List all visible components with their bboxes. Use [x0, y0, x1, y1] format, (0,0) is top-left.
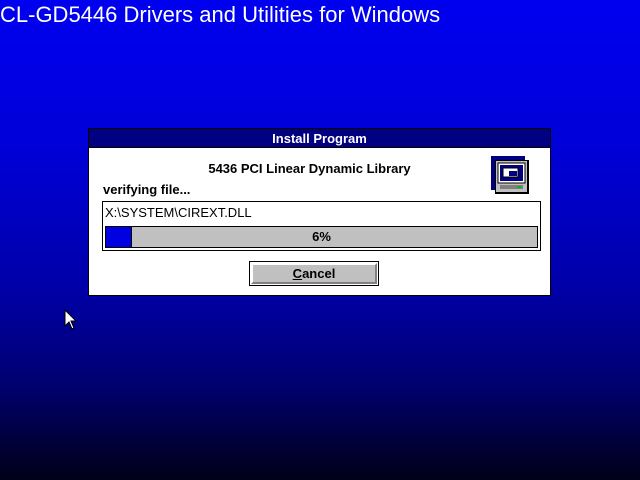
current-file-path: X:\SYSTEM\CIREXT.DLL: [105, 205, 252, 220]
cancel-label-rest: ancel: [302, 266, 336, 281]
status-text: verifying file...: [103, 182, 191, 197]
setup-background-title: CL-GD5446 Drivers and Utilities for Wind…: [0, 2, 441, 27]
setup-computer-icon: [491, 156, 529, 194]
arrow-pointer-icon: [64, 308, 78, 331]
install-program-dialog: Install Program 5436 PCI Linear Dynamic …: [88, 128, 551, 296]
cancel-mnemonic: C: [292, 266, 303, 281]
component-name: 5436 PCI Linear Dynamic Library: [208, 161, 411, 176]
progress-bar: 6%: [105, 226, 538, 248]
dialog-titlebar: Install Program: [89, 129, 550, 148]
cancel-button-face: Cancel: [251, 263, 377, 284]
progress-percent: 6%: [312, 229, 331, 244]
file-progress-panel: X:\SYSTEM\CIREXT.DLL 6%: [102, 201, 541, 251]
cancel-button[interactable]: Cancel: [249, 261, 379, 286]
